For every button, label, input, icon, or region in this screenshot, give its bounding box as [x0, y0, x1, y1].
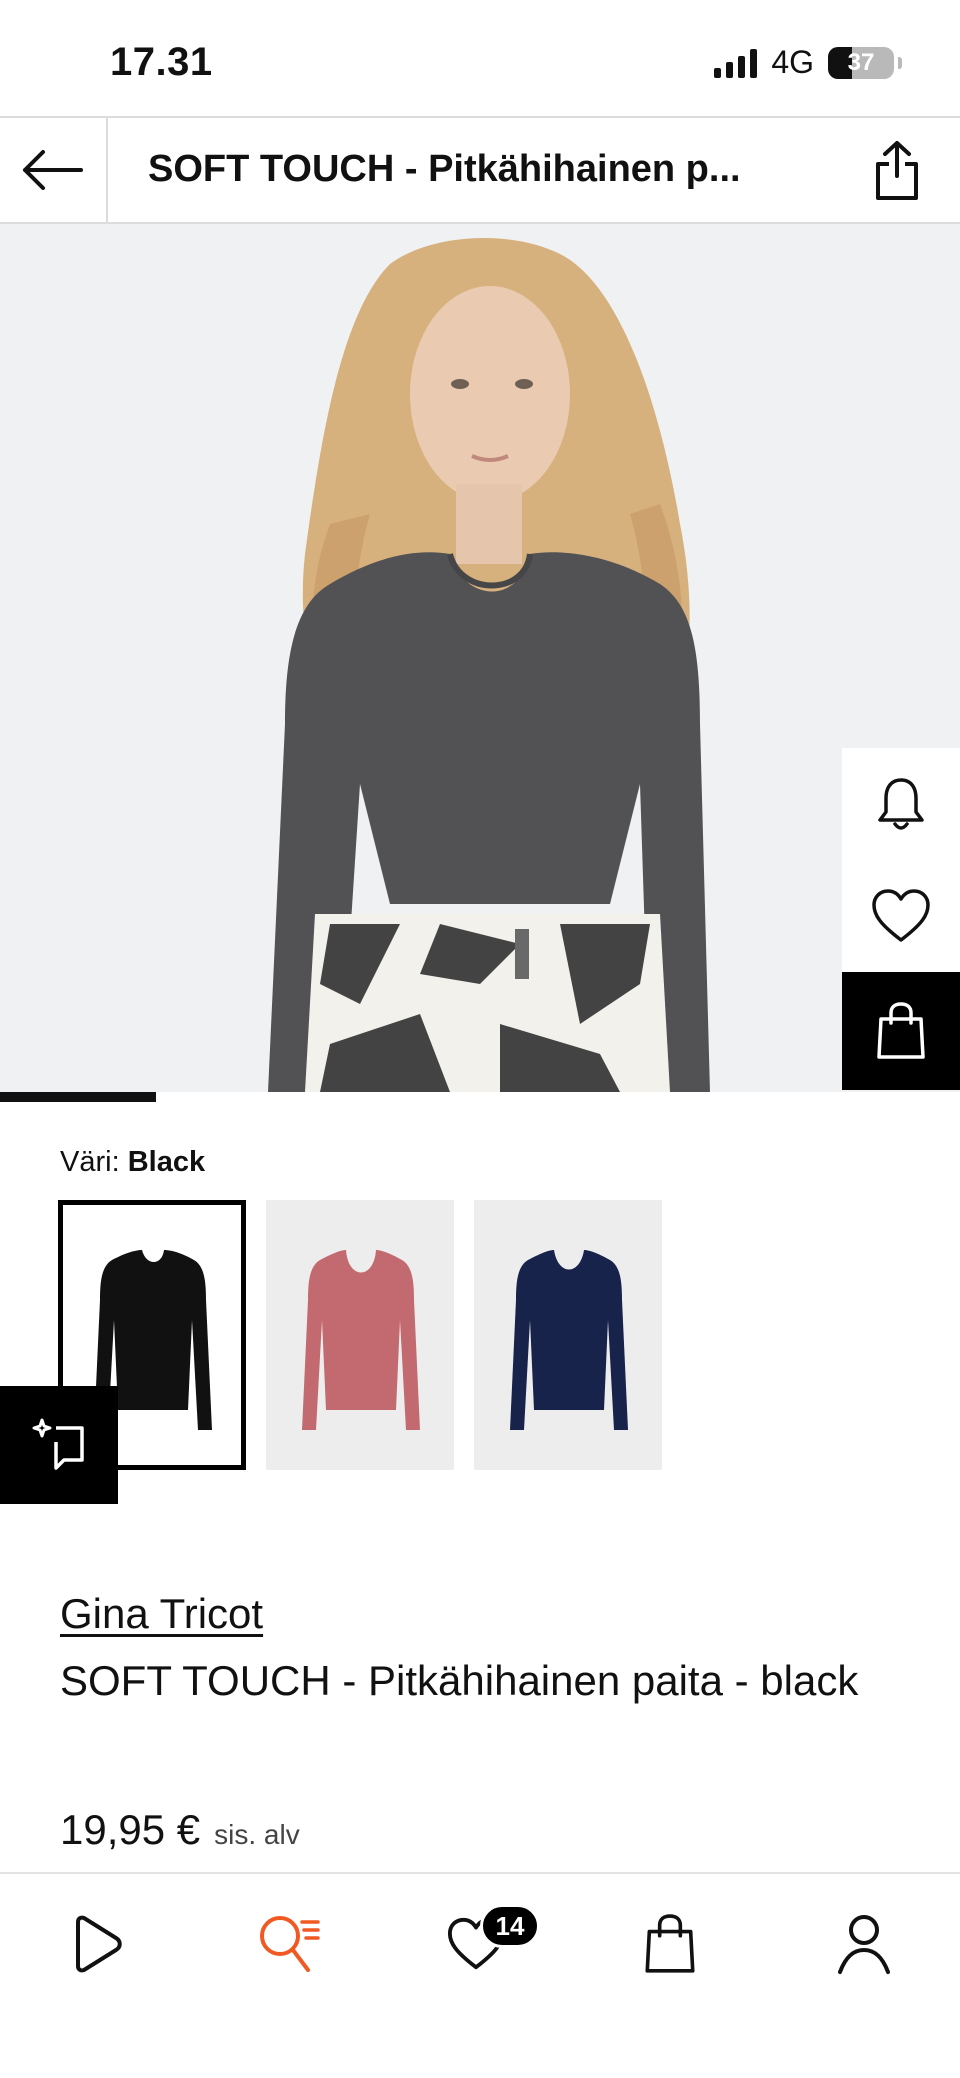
navy-top-thumbnail [510, 1250, 628, 1430]
back-button[interactable] [0, 118, 108, 222]
network-label: 4G [771, 44, 814, 80]
brand-link[interactable]: Gina Tricot [60, 1590, 263, 1638]
nav-wishlist[interactable]: 14 [426, 1904, 540, 1984]
pink-top-thumbnail [302, 1250, 420, 1430]
share-button[interactable] [864, 136, 930, 206]
compare-button[interactable] [0, 1386, 118, 1504]
product-name: SOFT TOUCH - Pitkähihainen paita - black [60, 1657, 859, 1704]
model-photo [0, 224, 960, 1092]
bottom-navigation: 14 [0, 1872, 960, 2078]
heart-icon [872, 889, 930, 942]
wishlist-count-badge: 14 [480, 1904, 540, 1948]
product-header: SOFT TOUCH - Pitkähihainen p... [0, 116, 960, 224]
play-icon [76, 1915, 122, 1973]
add-to-cart-button[interactable] [842, 972, 960, 1090]
shopping-bag-icon [877, 1002, 925, 1059]
battery-level: 37 [847, 48, 875, 76]
price: 19,95 € [60, 1806, 201, 1853]
nav-cart[interactable] [620, 1904, 720, 1984]
product-image[interactable] [0, 224, 960, 1092]
notify-button[interactable] [842, 748, 960, 860]
wishlist-button[interactable] [842, 860, 960, 972]
nav-search[interactable] [240, 1904, 340, 1984]
bag-icon [645, 1914, 695, 1973]
share-icon [876, 141, 918, 200]
color-swatches [58, 1200, 662, 1470]
battery-icon: 37 [828, 46, 902, 79]
bell-icon [878, 778, 924, 830]
header-title: SOFT TOUCH - Pitkähihainen p... [148, 148, 741, 190]
floating-actions [842, 748, 960, 1090]
selected-color-name: Black [127, 1146, 206, 1178]
swatch-pink[interactable] [266, 1200, 454, 1470]
status-bar: 17.31 4G 37 [0, 0, 960, 116]
gallery-progress-fill [0, 1092, 156, 1102]
swatch-navy[interactable] [474, 1200, 662, 1470]
vat-note: sis. alv [214, 1819, 300, 1850]
color-label-prefix: Väri: [60, 1146, 120, 1178]
status-time: 17.31 [110, 40, 213, 84]
search-icon [260, 1916, 320, 1972]
compare-sparkle-icon [32, 1418, 84, 1470]
profile-icon [838, 1915, 890, 1974]
color-label: Väri: Black [60, 1146, 205, 1179]
arrow-left-icon [23, 150, 83, 190]
signal-icon [714, 48, 758, 78]
status-indicators: 4G 37 [714, 44, 902, 81]
price-row: 19,95 € sis. alv [60, 1806, 300, 1854]
nav-profile[interactable] [814, 1904, 914, 1984]
nav-home[interactable] [46, 1904, 146, 1984]
